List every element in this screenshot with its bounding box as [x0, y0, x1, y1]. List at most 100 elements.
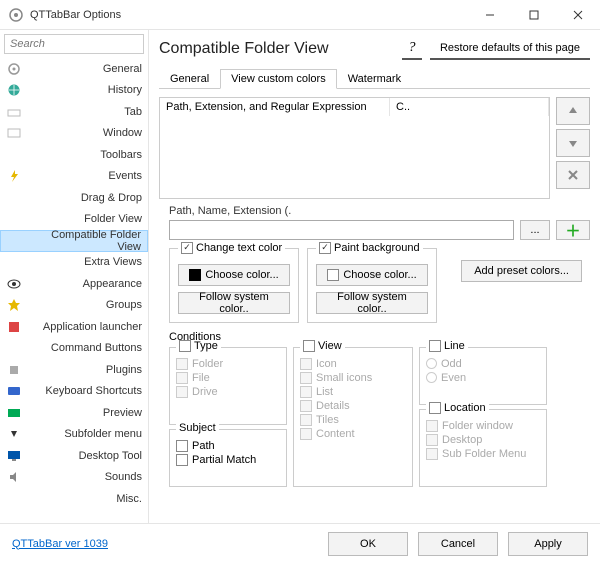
window-icon — [6, 125, 22, 141]
move-down-button[interactable] — [556, 129, 590, 157]
sidebar-item-window[interactable]: Window — [0, 123, 148, 145]
sidebar-item-desktop-tool[interactable]: Desktop Tool — [0, 445, 148, 467]
sidebar-item-extra-views[interactable]: Extra Views — [0, 252, 148, 274]
path-label: Path, Name, Extension (. — [169, 205, 590, 217]
apply-button[interactable]: Apply — [508, 532, 588, 556]
blank-icon — [6, 211, 22, 227]
restore-defaults-button[interactable]: Restore defaults of this page — [430, 38, 590, 60]
tab-view-custom-colors[interactable]: View custom colors — [220, 69, 337, 89]
sidebar-item-compatible-folder-view[interactable]: Compatible Folder View — [0, 230, 148, 252]
add-button[interactable]: ＋ — [556, 220, 590, 240]
sidebar-item-application-launcher[interactable]: Application launcher — [0, 316, 148, 338]
close-button[interactable] — [556, 0, 600, 30]
sidebar-item-plugins[interactable]: Plugins — [0, 359, 148, 381]
subject-fieldset: Subject PathPartial Match — [169, 429, 287, 487]
sidebar-item-appearance[interactable]: Appearance — [0, 273, 148, 295]
view-content-checkbox — [300, 428, 312, 440]
paint-bg-checkbox[interactable] — [319, 242, 331, 254]
follow-text-system-button[interactable]: Follow system color.. — [178, 292, 290, 314]
text-color-swatch — [189, 269, 201, 281]
sidebar-item-misc-[interactable]: Misc. — [0, 488, 148, 510]
sidebar-item-history[interactable]: History — [0, 80, 148, 102]
location-desktop-checkbox — [426, 434, 438, 446]
keyboard-icon — [6, 383, 22, 399]
view-details-checkbox — [300, 400, 312, 412]
conditions-label: Conditions — [169, 331, 590, 343]
blank-icon — [6, 190, 22, 206]
sidebar-item-events[interactable]: Events — [0, 166, 148, 188]
list-col-path[interactable]: Path, Extension, and Regular Expression — [160, 98, 390, 116]
minimize-button[interactable] — [468, 0, 512, 30]
move-up-button[interactable] — [556, 97, 590, 125]
browse-button[interactable]: ... — [520, 220, 550, 240]
cancel-button[interactable]: Cancel — [418, 532, 498, 556]
app-icon — [8, 7, 24, 23]
sidebar-item-subfolder-menu[interactable]: Subfolder menu — [0, 424, 148, 446]
help-button[interactable]: ? — [402, 38, 422, 60]
location-sub-folder-menu-checkbox — [426, 448, 438, 460]
search-input[interactable] — [4, 34, 144, 54]
subject-legend: Subject — [176, 422, 219, 434]
follow-bg-system-button[interactable]: Follow system color.. — [316, 292, 428, 314]
type-checkbox[interactable] — [179, 340, 191, 352]
footer: QTTabBar ver 1039 OK Cancel Apply — [0, 523, 600, 563]
choose-bg-color-button[interactable]: Choose color... — [316, 264, 428, 286]
sound-icon — [6, 469, 22, 485]
sidebar-item-general[interactable]: General — [0, 58, 148, 80]
blank-icon — [7, 233, 23, 249]
tab-watermark[interactable]: Watermark — [337, 69, 412, 89]
sidebar-item-sounds[interactable]: Sounds — [0, 467, 148, 489]
blank-icon — [6, 491, 22, 507]
sidebar-item-tab[interactable]: Tab — [0, 101, 148, 123]
rules-listview[interactable]: Path, Extension, and Regular Expression … — [159, 97, 550, 199]
add-preset-colors-button[interactable]: Add preset colors... — [461, 260, 582, 282]
sidebar-item-command-buttons[interactable]: Command Buttons — [0, 338, 148, 360]
view-small-icons-checkbox — [300, 372, 312, 384]
change-text-checkbox[interactable] — [181, 242, 193, 254]
page-title: Compatible Folder View — [159, 40, 394, 58]
delete-button[interactable] — [556, 161, 590, 189]
plugin-icon — [6, 362, 22, 378]
subject-path-checkbox[interactable] — [176, 440, 188, 452]
eye-icon — [6, 276, 22, 292]
line-even-radio — [426, 372, 437, 383]
sidebar-item-toolbars[interactable]: Toolbars — [0, 144, 148, 166]
choose-text-color-button[interactable]: Choose color... — [178, 264, 290, 286]
type-drive-checkbox — [176, 386, 188, 398]
app-icon — [6, 319, 22, 335]
view-tiles-checkbox — [300, 414, 312, 426]
sidebar-item-keyboard-shortcuts[interactable]: Keyboard Shortcuts — [0, 381, 148, 403]
view-checkbox[interactable] — [303, 340, 315, 352]
bg-color-swatch — [327, 269, 339, 281]
sidebar-item-drag-drop[interactable]: Drag & Drop — [0, 187, 148, 209]
tab-icon — [6, 104, 22, 120]
star-icon — [6, 297, 22, 313]
view-list-checkbox — [300, 386, 312, 398]
desktop-icon — [6, 448, 22, 464]
nav-list: GeneralHistoryTabWindowToolbarsEventsDra… — [0, 58, 148, 523]
maximize-button[interactable] — [512, 0, 556, 30]
ok-button[interactable]: OK — [328, 532, 408, 556]
location-checkbox[interactable] — [429, 402, 441, 414]
arrow-icon — [6, 426, 22, 442]
tabs: General View custom colors Watermark — [159, 68, 590, 89]
version-link[interactable]: QTTabBar ver 1039 — [12, 538, 108, 550]
type-fieldset: Type FolderFileDrive — [169, 347, 287, 425]
tab-general[interactable]: General — [159, 69, 220, 89]
type-file-checkbox — [176, 372, 188, 384]
blank-icon — [6, 340, 22, 356]
location-folder-window-checkbox — [426, 420, 438, 432]
text-color-group: Change text color Choose color... Follow… — [169, 248, 299, 323]
view-icon-checkbox — [300, 358, 312, 370]
bg-color-group: Paint background Choose color... Follow … — [307, 248, 437, 323]
path-input[interactable] — [169, 220, 514, 240]
sidebar-item-groups[interactable]: Groups — [0, 295, 148, 317]
type-folder-checkbox — [176, 358, 188, 370]
view-fieldset: View IconSmall iconsListDetailsTilesCont… — [293, 347, 413, 487]
sidebar-item-folder-view[interactable]: Folder View — [0, 209, 148, 231]
subject-partial-match-checkbox[interactable] — [176, 454, 188, 466]
blank-icon — [6, 147, 22, 163]
line-checkbox[interactable] — [429, 340, 441, 352]
sidebar-item-preview[interactable]: Preview — [0, 402, 148, 424]
list-col-c[interactable]: C.. — [390, 98, 549, 116]
